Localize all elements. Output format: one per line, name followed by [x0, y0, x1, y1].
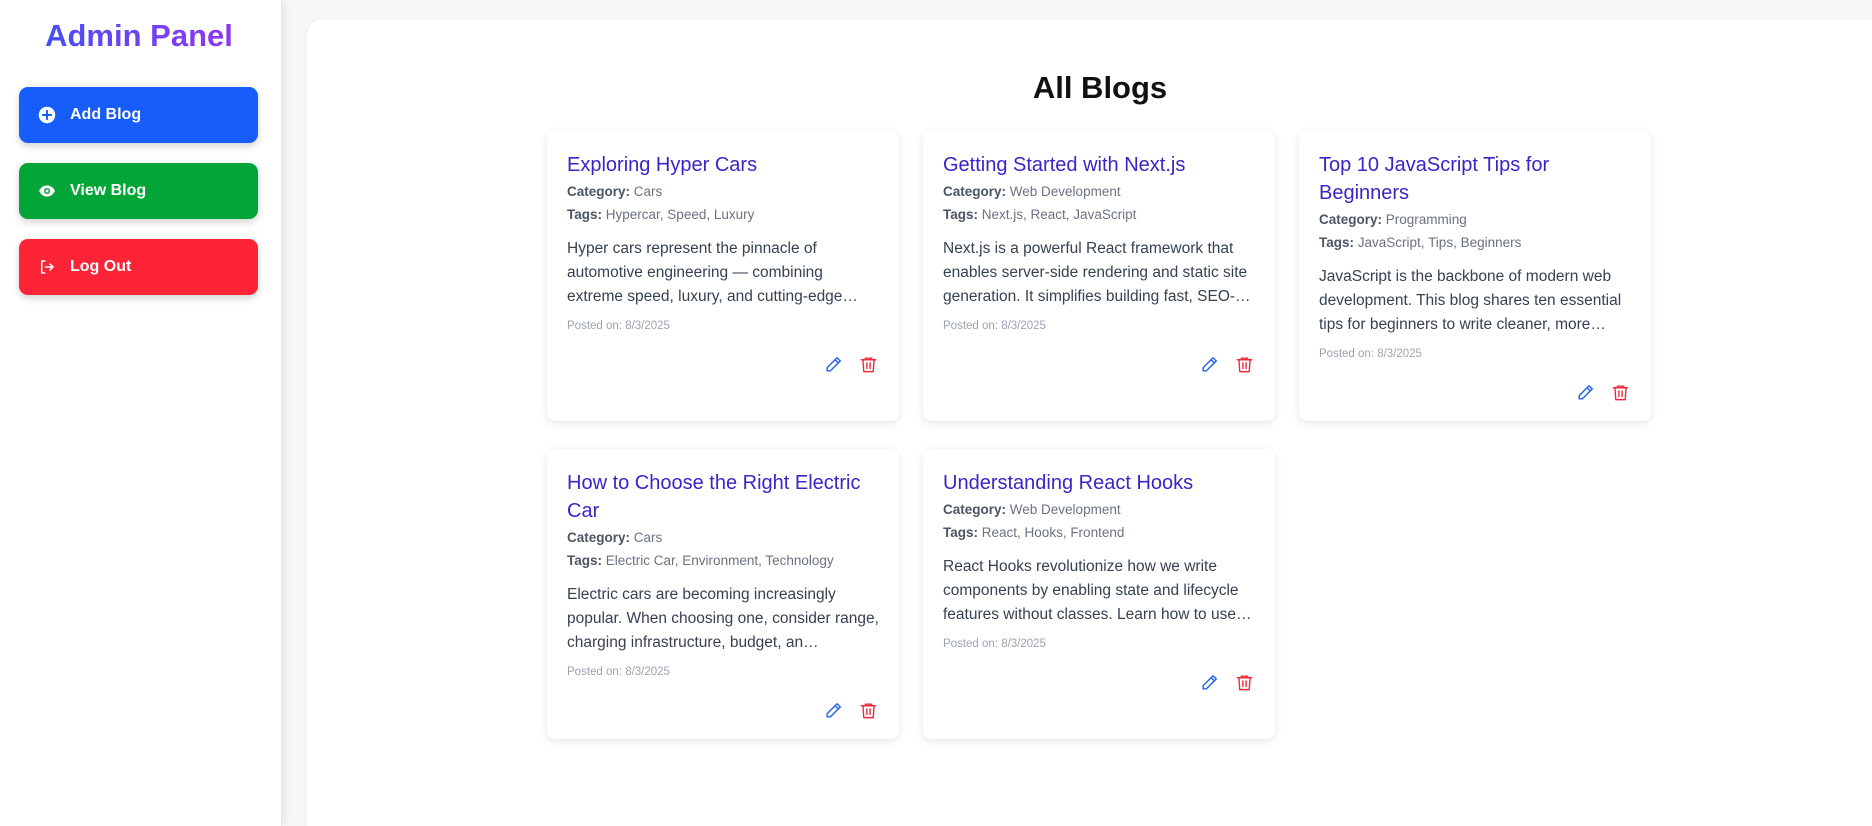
blog-tags: Tags: Electric Car, Environment, Technol… [567, 553, 834, 568]
blog-posted-date: Posted on: 8/3/2025 [943, 638, 1046, 650]
eye-icon [38, 182, 56, 200]
blog-posted-date: Posted on: 8/3/2025 [1319, 348, 1422, 360]
blog-title[interactable]: Getting Started with Next.js [943, 151, 1255, 179]
blog-posted-date: Posted on: 8/3/2025 [567, 320, 670, 332]
blog-posted-date: Posted on: 8/3/2025 [567, 666, 670, 678]
blog-posted-date: Posted on: 8/3/2025 [943, 320, 1046, 332]
blog-tags: Tags: Hypercar, Speed, Luxury [567, 207, 755, 222]
card-actions [1576, 383, 1630, 402]
view-blog-button[interactable]: View Blog [19, 163, 258, 219]
edit-icon[interactable] [1576, 383, 1595, 402]
view-blog-label: View Blog [70, 182, 147, 199]
blog-title[interactable]: Top 10 JavaScript Tips for Beginners [1319, 151, 1631, 207]
blog-card: Getting Started with Next.js Category: W… [923, 131, 1275, 421]
blog-category: Category: Cars [567, 184, 663, 199]
delete-icon[interactable] [1611, 383, 1630, 402]
blog-card: How to Choose the Right Electric Car Cat… [547, 449, 899, 739]
blog-excerpt: React Hooks revolutionize how we write c… [943, 558, 1252, 623]
delete-icon[interactable] [1235, 673, 1254, 692]
card-actions [1200, 355, 1254, 374]
delete-icon[interactable] [859, 701, 878, 720]
blog-excerpt: Hyper cars represent the pinnacle of aut… [567, 240, 858, 305]
sidebar-title: Admin Panel [0, 18, 278, 54]
edit-icon[interactable] [824, 701, 843, 720]
blog-excerpt: Electric cars are becoming increasingly … [567, 586, 879, 651]
add-blog-button[interactable]: Add Blog [19, 87, 258, 143]
edit-icon[interactable] [824, 355, 843, 374]
edit-icon[interactable] [1200, 355, 1219, 374]
card-actions [1200, 673, 1254, 692]
blog-title[interactable]: How to Choose the Right Electric Car [567, 469, 879, 525]
blog-tags: Tags: React, Hooks, Frontend [943, 525, 1125, 540]
main-content: All Blogs Exploring Hyper Cars Category:… [307, 19, 1872, 826]
card-actions [824, 355, 878, 374]
blog-card: Understanding React Hooks Category: Web … [923, 449, 1275, 739]
blog-card: Top 10 JavaScript Tips for Beginners Cat… [1299, 131, 1651, 421]
delete-icon[interactable] [1235, 355, 1254, 374]
blog-title[interactable]: Exploring Hyper Cars [567, 151, 879, 179]
sidebar: Admin Panel Add Blog View Blog Log Out [0, 0, 282, 826]
logout-label: Log Out [70, 258, 132, 275]
page-title: All Blogs [1032, 70, 1168, 105]
add-blog-label: Add Blog [70, 106, 142, 123]
delete-icon[interactable] [859, 355, 878, 374]
blog-tags: Tags: JavaScript, Tips, Beginners [1319, 235, 1522, 250]
blog-excerpt: JavaScript is the backbone of modern web… [1319, 268, 1622, 333]
blog-category: Category: Web Development [943, 184, 1121, 199]
edit-icon[interactable] [1200, 673, 1219, 692]
blog-excerpt: Next.js is a powerful React framework th… [943, 240, 1251, 305]
blog-category: Category: Programming [1319, 212, 1467, 227]
blog-category: Category: Cars [567, 530, 663, 545]
blog-category: Category: Web Development [943, 502, 1121, 517]
blog-title[interactable]: Understanding React Hooks [943, 469, 1255, 497]
card-actions [824, 701, 878, 720]
plus-circle-icon [38, 106, 56, 124]
logout-icon [38, 258, 56, 276]
logout-button[interactable]: Log Out [19, 239, 258, 295]
blog-tags: Tags: Next.js, React, JavaScript [943, 207, 1137, 222]
blog-card: Exploring Hyper Cars Category: Cars Tags… [547, 131, 899, 421]
